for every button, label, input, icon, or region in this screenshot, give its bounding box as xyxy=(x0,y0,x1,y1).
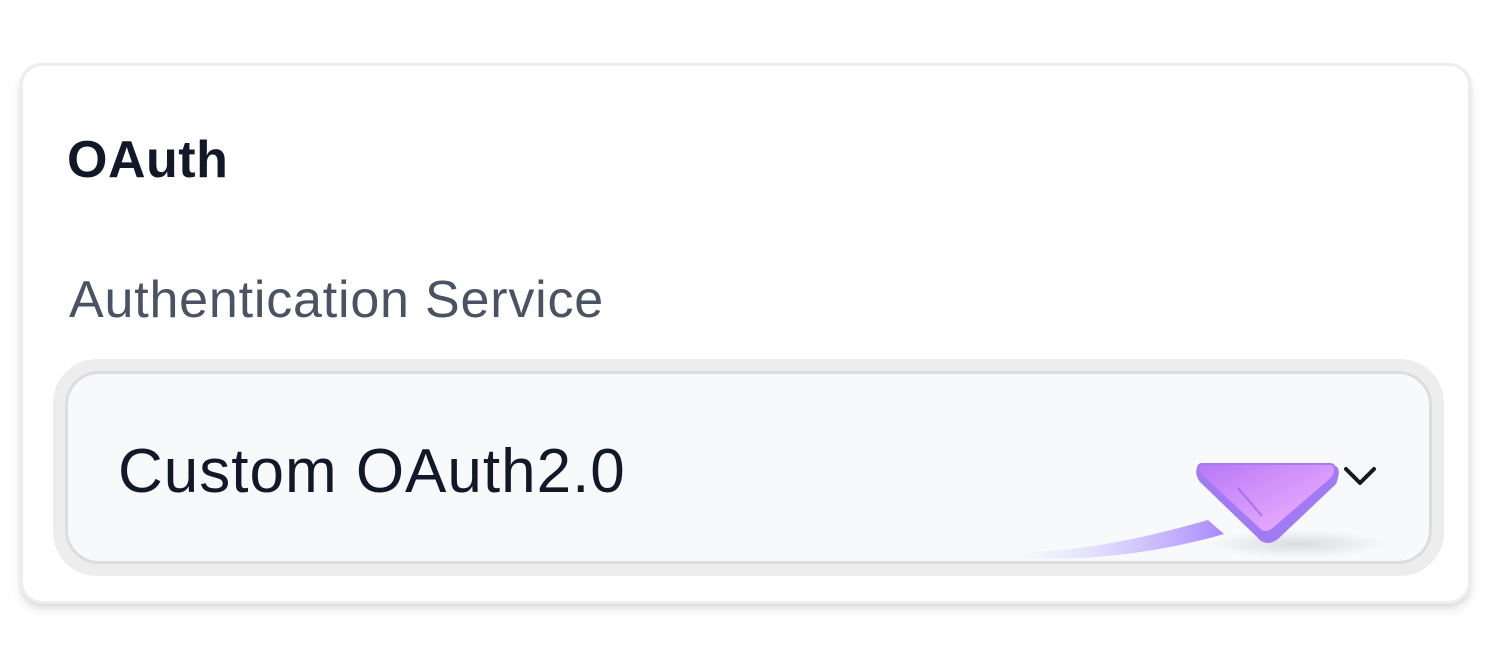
oauth-card: OAuth Authentication Service Custom OAut… xyxy=(20,63,1471,604)
chevron-down-icon xyxy=(1344,467,1376,485)
authentication-service-label: Authentication Service xyxy=(69,271,605,329)
select-focus-ring: Custom OAuth2.0 xyxy=(53,359,1444,576)
card-title: OAuth xyxy=(67,131,229,189)
selected-value: Custom OAuth2.0 xyxy=(118,437,626,506)
authentication-service-select[interactable]: Custom OAuth2.0 xyxy=(65,371,1432,564)
pointer-cursor-icon xyxy=(1018,463,1388,559)
